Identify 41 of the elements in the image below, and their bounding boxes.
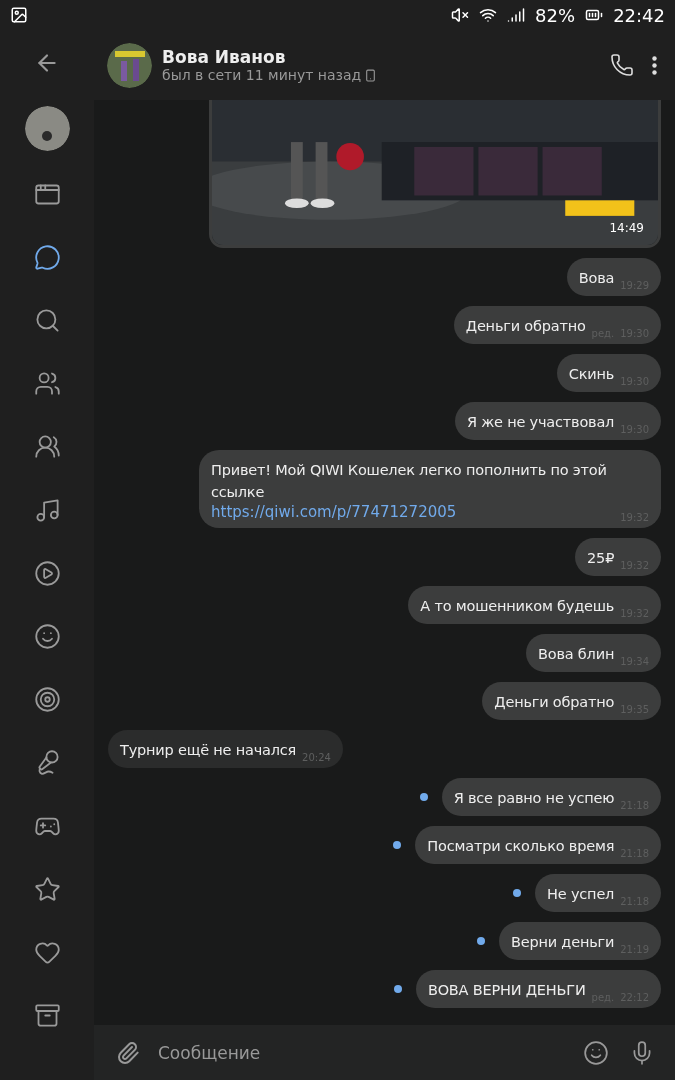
archive-icon [33, 1002, 61, 1030]
search-icon [33, 307, 61, 335]
message-text: Я же не участвовал [466, 413, 615, 432]
target-icon [33, 686, 61, 714]
message-time: 14:49 [609, 221, 644, 235]
message-text: Скинь [568, 365, 615, 384]
message-text: Вова блин [538, 645, 615, 664]
message-text: Не успел [547, 885, 615, 904]
profile-avatar[interactable] [24, 106, 70, 152]
play-icon [33, 559, 61, 587]
paperclip-icon [116, 1040, 140, 1065]
message-text: А то мошенником будешь [420, 597, 615, 616]
message-link[interactable]: https://qiwi.com/p/77471272005 [211, 503, 615, 521]
signal-icon [507, 6, 526, 24]
message-text: Посматри сколько время [427, 837, 615, 856]
message-text: 25₽ [587, 549, 615, 568]
contact-avatar[interactable] [107, 42, 152, 88]
menu-icon [652, 55, 657, 75]
message-text: Верни деньги [510, 933, 615, 952]
battery-level: 82% [535, 4, 576, 26]
message-text: Турнир ещё не начался [120, 741, 297, 760]
contact-name: Вова Иванов [162, 47, 287, 67]
message-text: Деньги обратно [465, 317, 586, 336]
message-field[interactable]: Сообщение [94, 1025, 675, 1080]
gallery-icon [10, 6, 28, 24]
smile-icon [583, 1039, 609, 1066]
star-icon [33, 875, 61, 903]
image-message[interactable]: 14:49 [209, 100, 661, 248]
last-seen: был в сети 11 минут назад [162, 67, 362, 83]
message-text: Привет! Мой QIWI Кошелек легко пополнить по этой ссылке [211, 461, 608, 502]
message-text: Деньги обратно [494, 693, 615, 712]
message-text: ВОВА ВЕРНИ ДЕНЬГИ [427, 981, 586, 1000]
message-text: Я все равно не успею [453, 789, 615, 808]
clock: 22:42 [613, 4, 665, 26]
chat-icon [33, 243, 61, 271]
mute-icon [451, 6, 470, 24]
phone-icon [610, 53, 634, 77]
smile-icon [33, 623, 61, 650]
phone-icon [364, 68, 378, 82]
wifi-icon [479, 6, 498, 24]
message-text: Вова [578, 269, 615, 288]
